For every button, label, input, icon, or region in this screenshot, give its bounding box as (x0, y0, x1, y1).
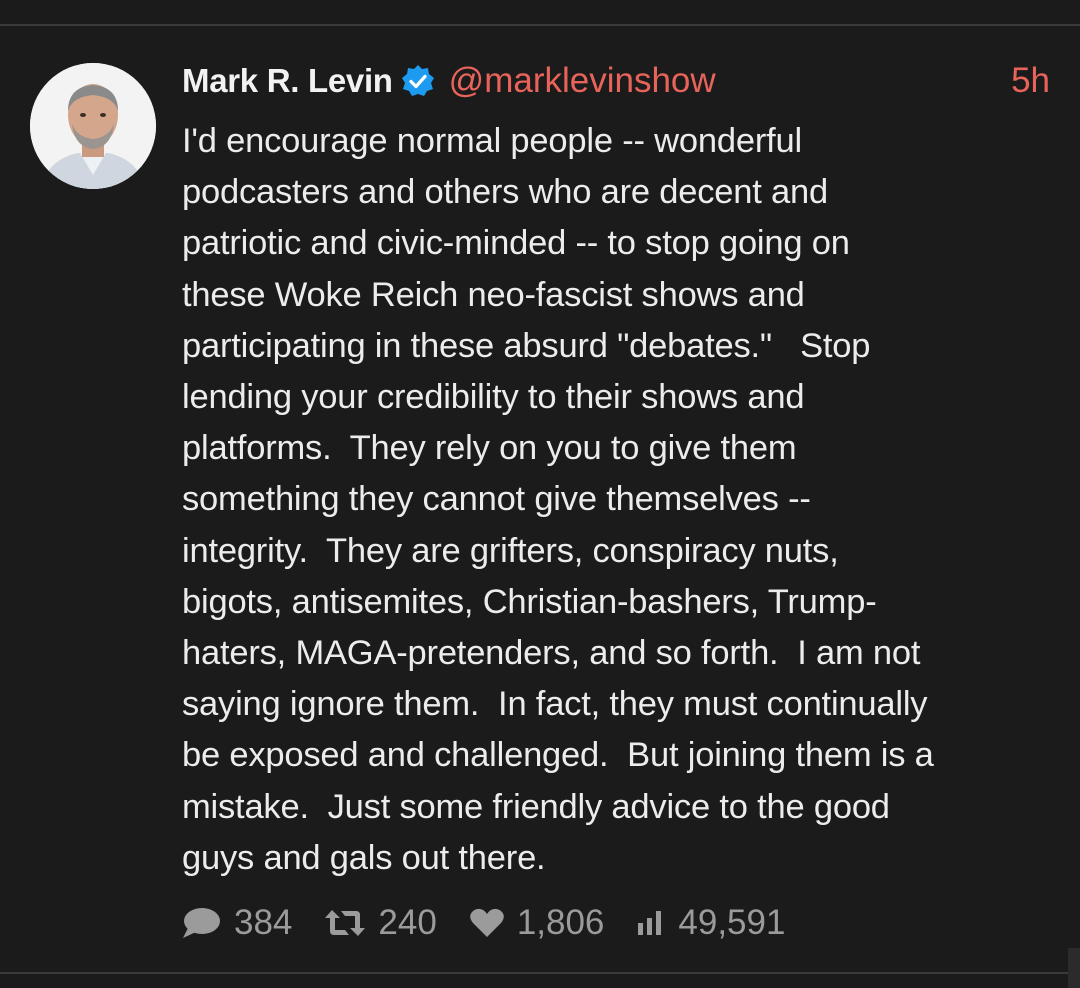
avatar[interactable] (30, 63, 156, 189)
bottom-divider (0, 972, 1080, 974)
top-divider (0, 0, 1080, 26)
tweet-text-line: guys and gals out there. (182, 838, 546, 877)
tweet-text-line: something they cannot give themselves -- (182, 480, 811, 519)
scrollbar[interactable] (1068, 948, 1080, 988)
tweet-timestamp[interactable]: 5h (1011, 61, 1052, 101)
like-button[interactable]: 1,806 (469, 903, 605, 943)
reply-button[interactable]: 384 (180, 903, 292, 943)
tweet-text-line: mistake. Just some friendly advice to th… (182, 787, 890, 826)
tweet-text-line: I'd encourage normal people -- wonderful (182, 122, 802, 160)
tweet-text-line: saying ignore them. In fact, they must c… (182, 685, 928, 724)
tweet-text-line: haters, MAGA-pretenders, and so forth. I… (182, 634, 921, 673)
tweet-text-line: patriotic and civic-minded -- to stop go… (182, 224, 850, 263)
views-button[interactable]: 49,591 (636, 903, 785, 943)
tweet-text-line: participating in these absurd "debates."… (182, 326, 871, 365)
tweet-header: Mark R. Levin @marklevinshow 5h (182, 56, 1052, 106)
tweet-actions: 384 240 1,806 49,591 (180, 898, 817, 948)
tweet-text: I'd encourage normal people -- wonderful… (182, 116, 1062, 884)
tweet-text-line: be exposed and challenged. But joining t… (182, 736, 934, 775)
author-display-name[interactable]: Mark R. Levin (182, 62, 393, 100)
heart-icon (469, 907, 505, 939)
retweet-icon (324, 906, 366, 940)
tweet-text-line: platforms. They rely on you to give them (182, 429, 797, 468)
views-bar-chart-icon (636, 909, 666, 937)
tweet-text-line: bigots, antisemites, Christian-bashers, … (182, 582, 877, 621)
view-count: 49,591 (678, 903, 786, 942)
retweet-button[interactable]: 240 (324, 903, 437, 943)
tweet-text-line: lending your credibility to their shows … (182, 378, 805, 417)
reply-count: 384 (234, 903, 293, 942)
reply-icon (180, 904, 222, 942)
like-count: 1,806 (516, 903, 605, 942)
retweet-count: 240 (378, 903, 437, 942)
author-handle[interactable]: @marklevinshow (449, 61, 716, 101)
tweet-text-line: these Woke Reich neo-fascist shows and (182, 275, 805, 314)
tweet-text-line: integrity. They are grifters, conspiracy… (182, 531, 839, 570)
tweet-text-line: podcasters and others who are decent and (182, 173, 829, 212)
verified-badge-icon (401, 64, 435, 98)
